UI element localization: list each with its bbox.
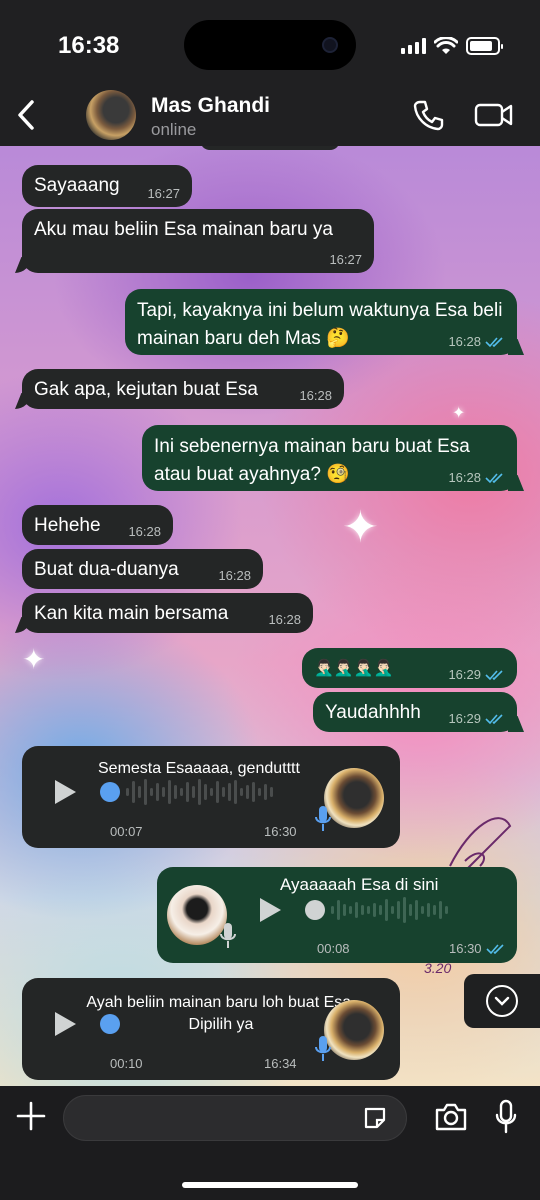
message-meta: 16:29 xyxy=(448,668,505,682)
voice-duration: 00:07 xyxy=(110,824,143,839)
message-meta: 16:28 xyxy=(218,569,251,583)
sparkle-icon: ✦ xyxy=(452,405,466,422)
message-text: Aku mau beliin Esa mainan baru ya xyxy=(34,219,333,240)
message-time: 16:28 xyxy=(448,470,481,485)
composer-bar xyxy=(0,1086,540,1200)
cellular-signal-icon xyxy=(401,38,426,54)
contact-avatar[interactable] xyxy=(86,90,136,140)
camera-dot xyxy=(322,37,338,53)
contact-status: online xyxy=(151,120,197,139)
message-time: 16:34 xyxy=(264,1056,297,1071)
microphone-icon xyxy=(220,923,236,948)
message-time: 16:27 xyxy=(329,252,362,267)
message-time: 16:28 xyxy=(218,568,251,583)
message-text: Ini sebenernya mainan baru buat Esa atau… xyxy=(154,436,470,485)
dynamic-island xyxy=(184,20,356,70)
sticker-icon[interactable] xyxy=(362,1105,388,1131)
sender-avatar xyxy=(167,885,227,945)
microphone-icon xyxy=(315,806,331,831)
read-ticks-icon xyxy=(485,337,503,348)
message-meta: 16:27 xyxy=(147,187,180,201)
sparkle-icon: ✦ xyxy=(342,503,379,552)
message-incoming[interactable]: Kan kita main bersama 16:28 xyxy=(22,593,313,633)
message-time: 16:28 xyxy=(128,524,161,539)
battery-icon xyxy=(466,37,503,55)
play-icon[interactable] xyxy=(52,1010,78,1038)
message-text: Yaudahhhh xyxy=(325,702,421,723)
waveform xyxy=(331,895,448,925)
message-time: 16:28 xyxy=(268,612,301,627)
read-ticks-icon xyxy=(485,943,504,954)
voice-caption: Ayah beliin mainan baru loh buat Esa. Di… xyxy=(86,994,356,1033)
sparkle-icon: ✦ xyxy=(22,644,46,675)
message-incoming[interactable]: Buat dua-duanya 16:28 xyxy=(22,549,263,589)
message-outgoing[interactable]: Yaudahhhh 16:29 xyxy=(313,692,517,732)
message-time: 16:29 xyxy=(448,711,481,726)
sender-avatar xyxy=(324,768,384,828)
sender-avatar xyxy=(324,1000,384,1060)
voice-caption: Ayaaaaah Esa di sini xyxy=(280,875,439,894)
message-meta: 16:28 xyxy=(448,335,505,349)
message-meta: 16:28 xyxy=(128,525,161,539)
message-meta: 16:28 xyxy=(299,389,332,403)
message-outgoing[interactable]: Tapi, kayaknya ini belum waktunya Esa be… xyxy=(125,289,517,355)
read-ticks-icon xyxy=(485,670,503,681)
message-outgoing[interactable]: 🤦🏻‍♂️🤦🏻‍♂️🤦🏻‍♂️🤦🏻‍♂️ 16:29 xyxy=(302,648,517,688)
scroll-to-bottom-button[interactable] xyxy=(464,974,540,1028)
microphone-icon[interactable] xyxy=(495,1099,517,1135)
message-time: 16:30 xyxy=(449,941,482,956)
waveform xyxy=(126,777,273,807)
message-text: Kan kita main bersama xyxy=(34,603,229,624)
video-call-icon[interactable] xyxy=(474,101,514,129)
playback-position-dot[interactable] xyxy=(100,1014,120,1034)
message-meta: 16:28 xyxy=(268,613,301,627)
message-text: 🤦🏻‍♂️🤦🏻‍♂️🤦🏻‍♂️🤦🏻‍♂️ xyxy=(314,660,394,677)
voice-message-outgoing[interactable]: Ayaaaaah Esa di sini 00:08 16:30 xyxy=(157,867,517,963)
status-icons xyxy=(401,36,503,56)
message-time: 16:30 xyxy=(264,824,297,839)
message-meta: 16:27 xyxy=(329,253,362,267)
phone-call-icon[interactable] xyxy=(412,98,446,132)
status-time: 16:38 xyxy=(58,32,120,59)
chevron-down-icon xyxy=(486,985,518,1017)
previous-message-edge xyxy=(200,146,340,150)
message-meta: 16:30 xyxy=(449,941,506,956)
contact-name[interactable]: Mas Ghandi xyxy=(151,94,270,118)
message-incoming[interactable]: Aku mau beliin Esa mainan baru ya 16:27 xyxy=(22,209,374,273)
camera-icon[interactable] xyxy=(434,1102,468,1132)
message-text: Gak apa, kejutan buat Esa xyxy=(34,379,258,400)
playback-position-dot[interactable] xyxy=(305,900,325,920)
voice-message-incoming[interactable]: Ayah beliin mainan baru loh buat Esa. Di… xyxy=(22,978,400,1080)
message-time: 16:28 xyxy=(448,334,481,349)
voice-message-incoming[interactable]: Semesta Esaaaaa, gendutttt 00:07 16:30 xyxy=(22,746,400,848)
chat-header: 16:38 Mas Ghandi online xyxy=(0,0,540,146)
message-text: Buat dua-duanya xyxy=(34,559,179,580)
back-arrow-icon[interactable] xyxy=(12,98,42,132)
message-text: Sayaaang xyxy=(34,175,120,196)
voice-duration: 00:08 xyxy=(317,941,350,956)
message-input[interactable] xyxy=(63,1095,407,1141)
play-icon[interactable] xyxy=(257,896,283,924)
message-time: 16:27 xyxy=(147,186,180,201)
read-ticks-icon xyxy=(485,473,503,484)
message-incoming[interactable]: Sayaaang 16:27 xyxy=(22,165,192,207)
message-incoming[interactable]: Gak apa, kejutan buat Esa 16:28 xyxy=(22,369,344,409)
plus-icon[interactable] xyxy=(16,1101,46,1131)
playback-position-dot[interactable] xyxy=(100,782,120,802)
message-time: 16:28 xyxy=(299,388,332,403)
read-ticks-icon xyxy=(485,714,503,725)
voice-duration: 00:10 xyxy=(110,1056,143,1071)
message-text: Hehehe xyxy=(34,515,101,536)
microphone-icon xyxy=(315,1036,331,1061)
home-indicator xyxy=(182,1182,358,1188)
wifi-icon xyxy=(434,37,458,54)
play-icon[interactable] xyxy=(52,778,78,806)
message-time: 16:29 xyxy=(448,667,481,682)
message-meta: 16:29 xyxy=(448,712,505,726)
voice-caption: Semesta Esaaaaa, gendutttt xyxy=(98,760,300,777)
message-outgoing[interactable]: Ini sebenernya mainan baru buat Esa atau… xyxy=(142,425,517,491)
message-meta: 16:28 xyxy=(448,471,505,485)
message-incoming[interactable]: Hehehe 16:28 xyxy=(22,505,173,545)
